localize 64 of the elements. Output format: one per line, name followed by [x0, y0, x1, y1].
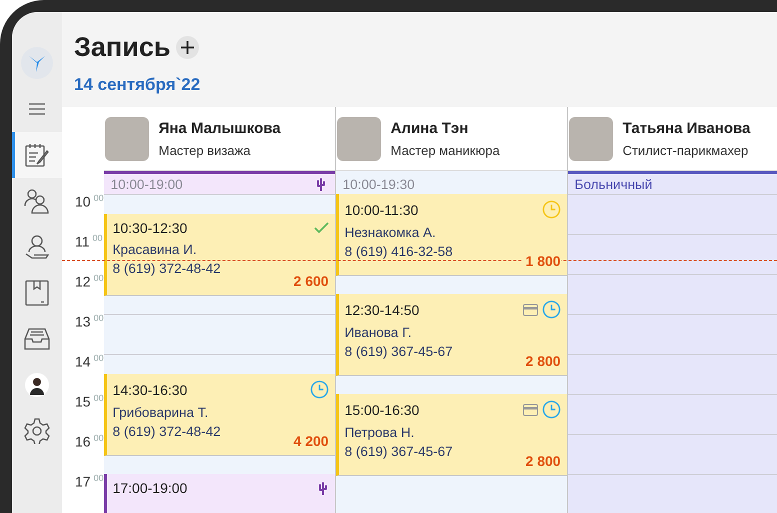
band-text: Больничный	[574, 176, 652, 192]
clock-icon	[542, 200, 561, 219]
hour-label: 16 $^{00}$	[74, 433, 104, 452]
appointment-card[interactable]: 10:00-11:30 Незнакомка А. 8 (619) 416-32-58 1 800	[336, 194, 567, 276]
blocked-time-card[interactable]: 17:00-19:00	[104, 474, 335, 513]
client-name: Иванова Г.	[344, 325, 412, 340]
check-icon	[314, 222, 329, 234]
client-phone: 8 (619) 367-45-67	[344, 344, 454, 359]
bookmark-box-icon[interactable]	[25, 280, 49, 306]
cactus-icon	[314, 177, 327, 191]
client-name: Петрова Н.	[344, 425, 416, 440]
client-phone: 8 (619) 372-48-42	[112, 424, 222, 439]
hour-label: 15 $^{00}$	[74, 393, 104, 412]
band-text: 10:00-19:30	[342, 176, 415, 192]
client-phone: 8 (619) 372-48-42	[112, 261, 222, 276]
hour-label: 13 $^{00}$	[74, 313, 104, 332]
date-label[interactable]: 14 сентября`22	[74, 75, 777, 95]
appointment-time: 10:30-12:30	[112, 220, 188, 236]
plus-icon	[181, 41, 194, 54]
page-title: Запись	[74, 32, 170, 63]
photo-placeholder	[568, 116, 613, 160]
hour-label: 11 $^{00}$	[74, 233, 104, 252]
appointment-time: 14:30-16:30	[112, 382, 188, 398]
client-phone: 8 (619) 416-32-58	[344, 244, 454, 259]
photo-placeholder	[104, 116, 149, 160]
band-text: 10:00-19:00	[110, 176, 183, 192]
hour-label: 17 $^{00}$	[74, 473, 104, 492]
master-name: Яна Малышкова	[158, 120, 281, 136]
clock-icon	[310, 380, 329, 399]
client-name: Красавина И.	[112, 242, 198, 257]
master-role: Мастер визажа	[158, 142, 252, 158]
appointment-card[interactable]: 14:30-16:30 Грибоварина Т. 8 (619) 372-48-42 4 200	[104, 374, 335, 456]
avatar-icon[interactable]	[25, 373, 49, 397]
client-name: Грибоварина Т.	[112, 405, 210, 420]
inbox-tray-icon[interactable]	[23, 327, 51, 351]
appointment-time: 10:00-11:30	[344, 202, 418, 218]
appointment-time: 17:00-19:00	[112, 480, 188, 496]
credit-card-icon	[522, 304, 538, 316]
appointment-card[interactable]: 12:30-14:50 Иванова Г. 8 (619) 367-45-67 2 800	[336, 294, 567, 376]
appointment-card[interactable]: 10:30-12:30 Красавина И. 8 (619) 372-48-42 2 600	[104, 214, 335, 296]
appointment-time: 12:30-14:50	[344, 302, 420, 318]
master-name: Алина Тэн	[390, 120, 470, 136]
hour-label: 14 $^{00}$	[74, 353, 104, 372]
master-role: Мастер маникюра	[390, 142, 500, 158]
appointment-card[interactable]: 15:00-16:30 Петрова Н. 8 (619) 367-45-67 2 800	[336, 394, 567, 476]
hour-label: 12 $^{00}$	[74, 273, 104, 292]
sidebar-item[interactable]	[12, 132, 62, 178]
add-button[interactable]	[176, 36, 200, 59]
person-hand-icon[interactable]	[24, 234, 50, 260]
users-icon[interactable]	[23, 188, 51, 214]
master-role: Стилист-парикмахер	[622, 142, 750, 158]
hour-label: 10 $^{00}$	[74, 193, 104, 212]
notepad-pencil-icon[interactable]	[24, 142, 50, 168]
menu-icon[interactable]	[29, 103, 45, 115]
photo-placeholder	[336, 116, 381, 160]
master-name: Татьяна Иванова	[622, 120, 750, 136]
clock-icon	[542, 400, 561, 419]
credit-card-icon	[522, 404, 538, 416]
clock-icon	[542, 300, 561, 319]
client-name: Незнакомка А.	[344, 225, 437, 240]
cactus-icon	[316, 481, 329, 495]
appointment-time: 15:00-16:30	[344, 402, 420, 418]
settings-icon[interactable]	[24, 418, 50, 444]
client-phone: 8 (619) 367-45-67	[344, 444, 454, 459]
